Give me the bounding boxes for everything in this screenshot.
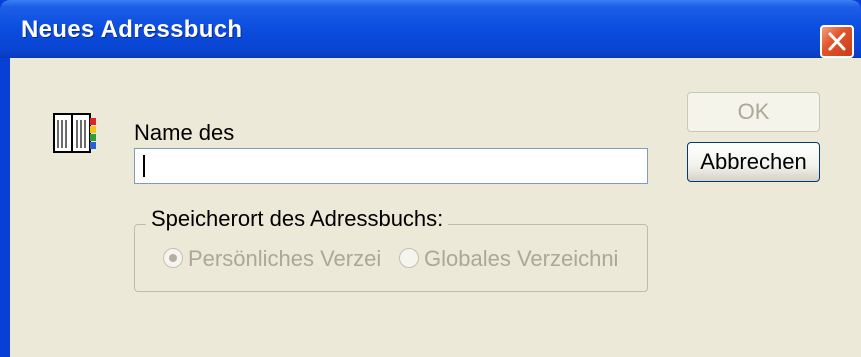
- window-title: Neues Adressbuch: [21, 16, 243, 43]
- name-input[interactable]: [134, 148, 648, 184]
- ok-button[interactable]: OK: [687, 92, 820, 132]
- address-book-icon: [53, 113, 96, 153]
- location-group-label: Speicherort des Adressbuchs:: [146, 206, 449, 232]
- dialog-window: Neues Adressbuch Name des Speicherort de…: [0, 0, 861, 357]
- radio-global[interactable]: [399, 248, 419, 268]
- close-button[interactable]: [820, 25, 854, 58]
- cancel-button[interactable]: Abbrechen: [687, 142, 820, 182]
- radio-selected-dot: [169, 254, 177, 262]
- radio-personal-label[interactable]: Persönliches Verzei: [188, 246, 381, 272]
- radio-global-label[interactable]: Globales Verzeichni: [424, 246, 618, 272]
- dialog-body: Name des Speicherort des Adressbuchs: Pe…: [10, 58, 861, 357]
- close-icon: [828, 32, 846, 51]
- name-label: Name des: [134, 120, 235, 145]
- title-bar[interactable]: Neues Adressbuch: [0, 0, 861, 58]
- radio-personal[interactable]: [163, 248, 183, 268]
- text-caret: [143, 155, 145, 177]
